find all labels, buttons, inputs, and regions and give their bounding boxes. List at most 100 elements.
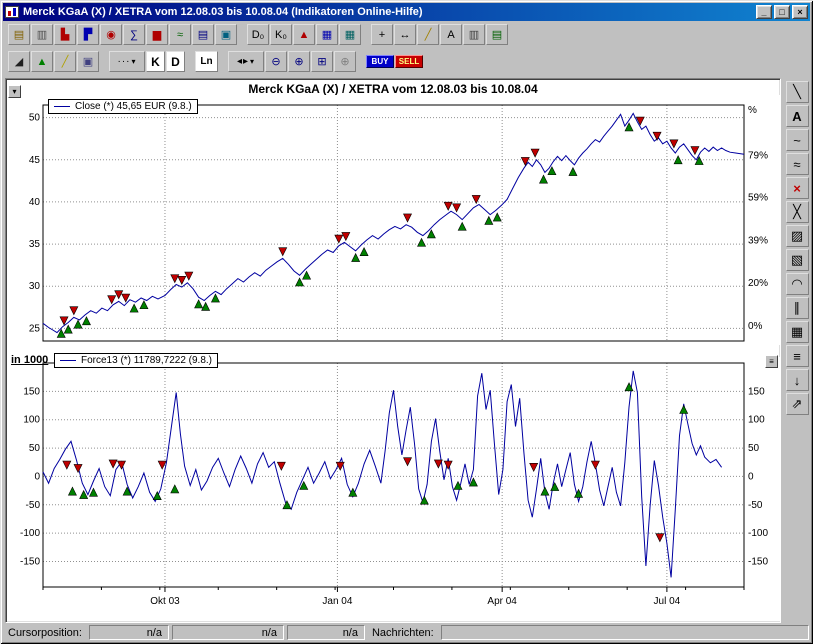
x-axis-label: Apr 04 [487,596,517,607]
minimize-button[interactable]: _ [756,5,772,19]
copy-button[interactable]: ▥ [31,24,53,45]
zoom-out-button[interactable]: ⊖ [265,51,287,72]
line-chart-icon: ≈ [177,29,183,41]
app-icon[interactable] [5,6,19,18]
histogram-button[interactable]: ▆ [146,24,168,45]
right-axis-label: -100 [748,528,768,539]
parallel-lines-tool-button[interactable]: ∥ [786,297,809,319]
price-line-sample-icon [54,106,70,107]
drawing-toolbar: ╲ A ~ ≈× ╳ ▨ ▧◠∥ ▦ ≡↓⇗ [784,78,810,623]
pencil-icon: ╱ [62,55,69,68]
zoom-region-button[interactable]: ⊞ [311,51,333,72]
arrow-down-tool-button[interactable]: ↓ [786,369,809,391]
zoom-reset-button[interactable]: ⊕ [334,51,356,72]
trend-arrow-tool-button[interactable]: ⇗ [786,393,809,415]
cross-arrows-icon: ╳ [793,204,801,220]
statistics-button[interactable]: ∑ [123,24,145,45]
mountain-chart-button[interactable]: ◢ [8,51,30,72]
line-chart-button[interactable]: ≈ [169,24,191,45]
indicator-button[interactable]: ◉ [100,24,122,45]
right-axis-label: 0 [748,471,754,482]
screen-button[interactable]: ▣ [215,24,237,45]
chart-compare-button[interactable]: ▛ [77,24,99,45]
template-button[interactable]: ▣ [77,51,99,72]
data-sheet-icon: ▥ [469,28,479,41]
move-chart-button[interactable]: ↔ [394,24,416,45]
notes-button[interactable]: ▤ [486,24,508,45]
hatch-steep-icon: ▨ [791,228,803,244]
mountain-chart-icon: ◢ [15,55,23,68]
y-axis-label: 45 [29,155,41,166]
right-axis-label: % [748,105,757,116]
d-period-icon: D₀ [252,29,265,41]
candlestick-label: K [151,55,160,69]
crosshair-button[interactable]: + [371,24,393,45]
levels-tool-button[interactable]: ≡ [786,345,809,367]
notes-icon: ▤ [492,28,502,41]
grid-lines-icon: ▦ [791,324,803,340]
buy-sell-signals-button[interactable]: ▲ [31,51,53,72]
text-page-icon: A [447,29,454,41]
candlestick-button[interactable]: K [146,51,165,72]
maximize-icon: □ [779,7,784,17]
signal-overlay-button[interactable]: ▲ [293,24,315,45]
y-axis-label: 40 [29,197,41,208]
daily-button[interactable]: D [166,51,185,72]
k-period-button[interactable]: K₀ [270,24,292,45]
pencil-icon: ╱ [425,28,432,41]
status-bar: Cursorposition: n/a n/a n/a Nachrichten: [3,624,810,641]
open-button[interactable]: ▤ [8,24,30,45]
title-bar[interactable]: Merck KGaA (X) / XETRA vom 12.08.03 bis … [3,3,810,21]
price-legend-text: Close (*) 45,65 EUR (9.8.) [75,101,192,112]
force-pane-menu-button[interactable]: ≡ [765,355,778,368]
chart-title: Merck KGaA (X) / XETRA vom 12.08.03 bis … [6,82,780,96]
template-icon: ▣ [83,55,93,68]
buy-marker-button[interactable]: BUY [366,55,394,68]
close-button[interactable]: × [792,5,808,19]
maximize-button[interactable]: □ [774,5,790,19]
freehand-curve-icon: ~ [793,133,801,148]
d-period-button[interactable]: D₀ [247,24,269,45]
price-legend[interactable]: Close (*) 45,65 EUR (9.8.) [48,99,198,114]
hatch-steep-tool-button[interactable]: ▨ [786,225,809,247]
wave-tool-button[interactable]: ≈ [786,153,809,175]
log-scale-button[interactable]: Ln [195,51,218,72]
chart-switch-button[interactable]: ▙ [54,24,76,45]
main-toolbar: ▤▥▙▛◉∑▆≈▤▣D₀K₀▲▦▦+↔╱A▥▤ [3,22,810,47]
right-axis-label: -50 [748,500,763,511]
y-axis-label: 50 [29,443,41,454]
cursor-value-1: n/a [89,625,169,640]
force-chart[interactable]: -150-100-50050100150-150-100-50050100150… [7,357,780,621]
freehand-tool-button[interactable]: ~ [786,129,809,151]
line-style-dots-icon: ··· [117,56,130,67]
sell-marker-button[interactable]: SELL [395,55,423,68]
text-tool-icon: A [792,109,801,124]
grid-overlay-button[interactable]: ▦ [316,24,338,45]
table-button[interactable]: ▦ [339,24,361,45]
hatch-tool-button[interactable]: ▧ [786,249,809,271]
daily-label: D [171,55,180,69]
grid-overlay-icon: ▦ [322,28,332,41]
window-title: Merck KGaA (X) / XETRA vom 12.08.03 bis … [23,6,752,18]
fan-tool-button[interactable]: ◠ [786,273,809,295]
pane-collapse-button[interactable]: ▾ [8,85,21,98]
report-button[interactable]: ▤ [192,24,214,45]
draw-tools-button[interactable]: ╱ [54,51,76,72]
cross-tool-button[interactable]: ╳ [786,201,809,223]
force-legend[interactable]: Force13 (*) 11789,7222 (9.8.) [54,353,218,368]
indicator-dot-icon: ◉ [106,28,116,41]
zoom-in-button[interactable]: ⊕ [288,51,310,72]
toolbar-separator [186,51,194,72]
news-value [441,625,809,640]
grid-tool-button[interactable]: ▦ [786,321,809,343]
move-arrows-icon: ↔ [400,29,411,41]
pan-button[interactable]: ◂▸▾ [228,51,264,72]
delete-tool-button[interactable]: × [786,177,809,199]
trendline-tool-button[interactable]: ╲ [786,81,809,103]
annotation-button[interactable]: A [440,24,462,45]
text-tool-button[interactable]: A [786,105,809,127]
data-sheet-button[interactable]: ▥ [463,24,485,45]
price-chart[interactable]: 2530354045500%20%39%59%79%% [7,95,780,345]
line-style-button[interactable]: ···▾ [109,51,145,72]
draw-line-button[interactable]: ╱ [417,24,439,45]
